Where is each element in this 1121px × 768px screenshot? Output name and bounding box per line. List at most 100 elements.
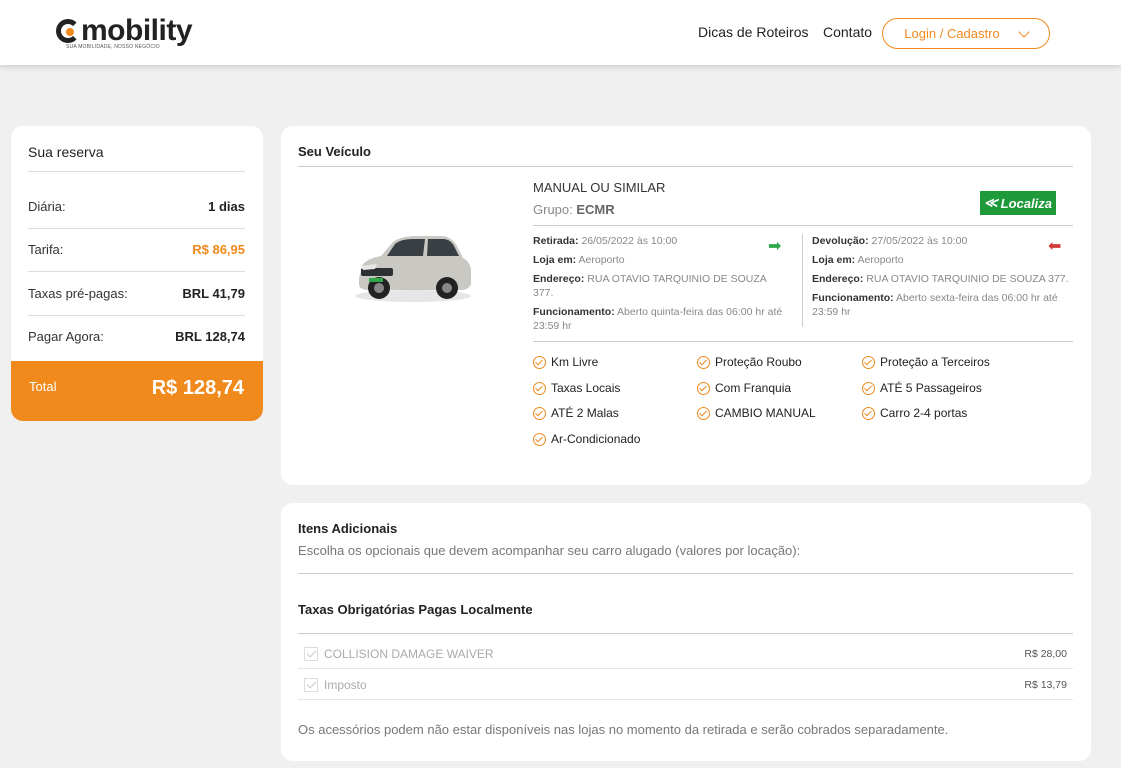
row-pagar-agora: Pagar Agora: BRL 128,74: [28, 329, 245, 344]
login-label: Login / Cadastro: [904, 26, 1000, 41]
row-value: R$ 86,95: [192, 242, 245, 257]
return-store: Aeroporto: [857, 254, 904, 266]
vehicle-card-title: Seu Veículo: [298, 144, 371, 159]
chevron-down-icon: [1018, 25, 1030, 38]
check-circle-icon: [862, 381, 875, 395]
feature-label: Km Livre: [551, 355, 599, 369]
pickup-address-label: Endereço:: [533, 273, 585, 285]
pickup-hours-label: Funcionamento:: [533, 306, 615, 318]
nav-contato[interactable]: Contato: [823, 24, 872, 40]
feature-label: Ar-Condicionado: [551, 432, 641, 446]
row-diaria: Diária: 1 dias: [28, 199, 245, 214]
feature-item: Com Franquia: [697, 381, 791, 395]
car-model: MANUAL OU SIMILAR: [533, 180, 666, 195]
fee-checkbox[interactable]: [304, 647, 318, 661]
fee-price: R$ 28,00: [1024, 648, 1067, 660]
login-cadastro-button[interactable]: Login / Cadastro: [882, 18, 1050, 49]
return-info: Devolução: 27/05/2022 às 10:00 Loja em: …: [812, 234, 1074, 324]
check-circle-icon: [533, 355, 546, 369]
divider: [298, 699, 1073, 700]
localiza-label: Localiza: [1000, 195, 1052, 211]
return-address: RUA OTAVIO TARQUINIO DE SOUZA 377.: [866, 273, 1069, 285]
fee-price: R$ 13,79: [1024, 679, 1067, 691]
arrow-right-icon: ➡: [768, 238, 782, 255]
row-value: BRL 128,74: [175, 329, 245, 344]
row-value: 1 dias: [208, 199, 245, 214]
feature-item: Proteção a Terceiros: [862, 355, 990, 369]
feature-item: CAMBIO MANUAL: [697, 406, 816, 420]
check-circle-icon: [697, 381, 710, 395]
return-date: 27/05/2022 às 10:00: [871, 235, 968, 247]
check-circle-icon: [533, 432, 546, 446]
check-circle-icon: [533, 381, 546, 395]
row-value: BRL 41,79: [182, 286, 245, 301]
check-circle-icon: [862, 406, 875, 420]
total-bar: Total R$ 128,74: [11, 361, 263, 421]
check-circle-icon: [697, 406, 710, 420]
mandatory-fees-title: Taxas Obrigatórias Pagas Localmente: [298, 602, 533, 617]
return-address-label: Endereço:: [812, 273, 864, 285]
row-label: Diária:: [28, 199, 66, 214]
return-label: Devolução:: [812, 235, 869, 247]
arrow-left-icon: ⬅: [1048, 238, 1062, 255]
check-circle-icon: [862, 355, 875, 369]
pickup-label: Retirada:: [533, 235, 579, 247]
additional-items-subtitle: Escolha os opcionais que devem acompanha…: [298, 543, 801, 558]
divider: [28, 228, 245, 229]
fee-row: Imposto R$ 13,79: [298, 670, 1073, 700]
feature-label: Proteção Roubo: [715, 355, 802, 369]
row-label: Tarifa:: [28, 242, 64, 257]
feature-label: ATÉ 2 Malas: [551, 406, 619, 420]
feature-label: ATÉ 5 Passageiros: [880, 381, 982, 395]
feature-label: Com Franquia: [715, 381, 792, 395]
divider: [298, 573, 1073, 574]
feature-label: Taxas Locais: [551, 381, 621, 395]
pickup-store: Aeroporto: [578, 254, 625, 266]
divider: [28, 271, 245, 272]
car-group: Grupo: ECMR: [533, 202, 615, 217]
row-taxas-pre-pagas: Taxas pré-pagas: BRL 41,79: [28, 286, 245, 301]
feature-label: Carro 2-4 portas: [880, 406, 968, 420]
divider: [28, 315, 245, 316]
divider: [298, 633, 1073, 634]
divider: [298, 668, 1073, 669]
pickup-info: Retirada: 26/05/2022 às 10:00 Loja em: A…: [533, 234, 788, 338]
fee-name: COLLISION DAMAGE WAIVER: [324, 647, 494, 661]
return-hours-label: Funcionamento:: [812, 292, 894, 304]
reservation-summary: Sua reserva Diária: 1 dias Tarifa: R$ 86…: [11, 126, 263, 421]
logo-c-icon: [56, 19, 80, 43]
group-label: Grupo:: [533, 202, 573, 217]
feature-label: CAMBIO MANUAL: [715, 406, 816, 420]
feature-item: Ar-Condicionado: [533, 432, 640, 446]
additional-items-title: Itens Adicionais: [298, 521, 398, 536]
feature-item: ATÉ 2 Malas: [533, 406, 619, 420]
divider: [533, 341, 1073, 342]
feature-item: Km Livre: [533, 355, 598, 369]
mobility-logo[interactable]: mobility SUA MOBILIDADE, NOSSO NEGÓCIO: [56, 14, 193, 54]
check-circle-icon: [697, 355, 710, 369]
total-value: R$ 128,74: [151, 377, 244, 399]
divider: [28, 171, 245, 172]
car-image: [355, 236, 471, 302]
localiza-logo: ≪ Localiza: [980, 191, 1056, 215]
row-label: Taxas pré-pagas:: [28, 286, 128, 301]
divider: [533, 225, 1073, 226]
additional-items-card: Itens Adicionais Escolha os opcionais qu…: [281, 503, 1091, 761]
accessories-note: Os acessórios podem não estar disponívei…: [298, 722, 949, 737]
check-circle-icon: [533, 406, 546, 420]
vertical-divider: [802, 234, 803, 327]
vehicle-card: Seu Veículo MANUAL OU SIMILAR Grupo: ECM…: [281, 126, 1091, 485]
feature-item: Carro 2-4 portas: [862, 406, 967, 420]
fee-checkbox[interactable]: [304, 678, 318, 692]
top-header: mobility SUA MOBILIDADE, NOSSO NEGÓCIO D…: [0, 0, 1121, 65]
total-label: Total: [29, 379, 57, 394]
nav-dicas-roteiros[interactable]: Dicas de Roteiros: [698, 24, 809, 40]
feature-item: Taxas Locais: [533, 381, 620, 395]
feature-label: Proteção a Terceiros: [880, 355, 990, 369]
group-value: ECMR: [576, 202, 615, 217]
pickup-store-label: Loja em:: [533, 254, 577, 266]
logo-tagline: SUA MOBILIDADE, NOSSO NEGÓCIO: [66, 44, 160, 50]
feature-item: Proteção Roubo: [697, 355, 802, 369]
localiza-mark-icon: ≪: [984, 195, 998, 210]
logo-wordmark: mobility: [56, 14, 193, 48]
